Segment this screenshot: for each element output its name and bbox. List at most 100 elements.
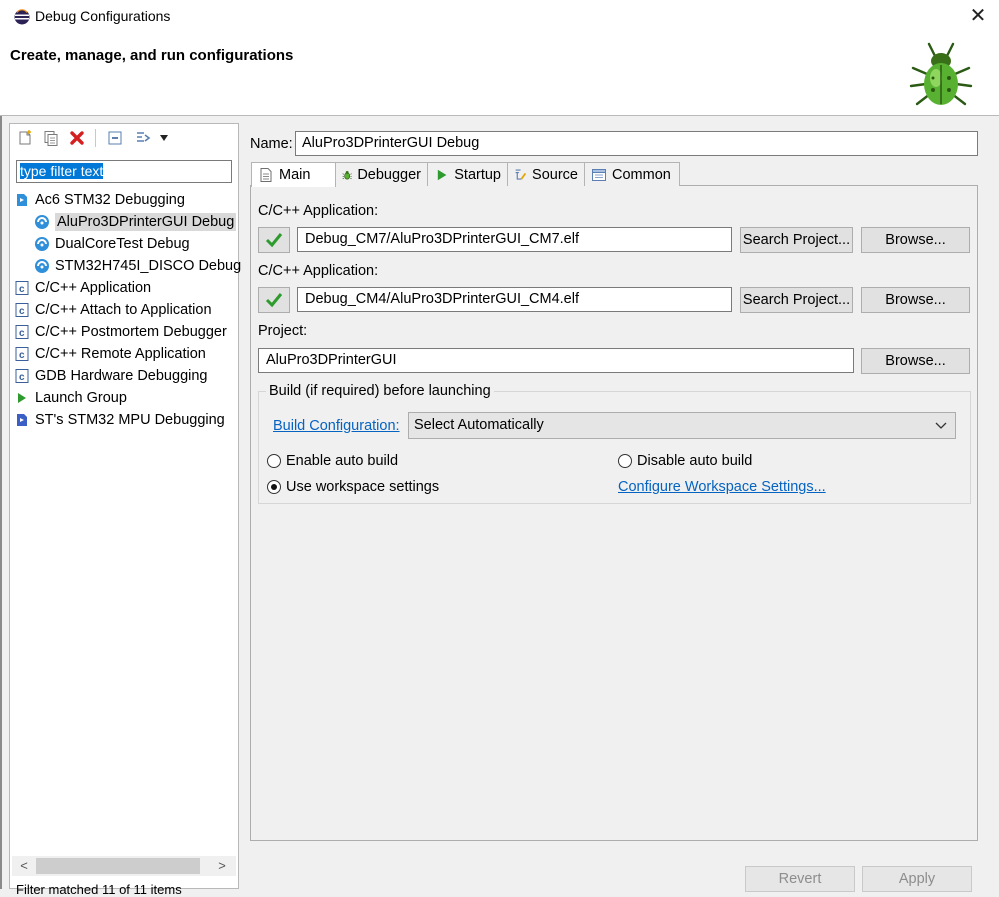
debug-config-icon (35, 259, 49, 273)
apply-button[interactable]: Apply (862, 866, 972, 892)
tab-content-area (250, 185, 978, 841)
cpp-application-label-2: C/C++ Application: (258, 263, 379, 279)
debug-config-icon (35, 215, 49, 229)
build-group-title: Build (if required) before launching (266, 383, 494, 399)
cpp-application-label-1: C/C++ Application: (258, 203, 379, 219)
revert-button[interactable]: Revert (745, 866, 855, 892)
c-app-icon: c (15, 325, 29, 339)
tree-item[interactable]: Launch Group (14, 387, 238, 409)
filter-status-text: Filter matched 11 of 11 items (16, 882, 182, 897)
enable-auto-build-label: Enable auto build (286, 453, 399, 469)
stm32-debug-icon (17, 194, 27, 206)
name-label: Name: (250, 136, 293, 152)
chevron-down-icon (160, 135, 168, 141)
tab-common-label: Common (612, 166, 671, 183)
project-label: Project: (258, 323, 308, 339)
tree-item[interactable]: c GDB Hardware Debugging (14, 365, 238, 387)
build-configuration-value: Select Automatically (414, 417, 544, 433)
tree-item[interactable]: c C/C++ Remote Application (14, 343, 238, 365)
collapse-all-button[interactable] (104, 127, 126, 149)
tree-item[interactable]: STM32H745I_DISCO Debug (14, 255, 242, 277)
scroll-right-icon[interactable]: > (212, 856, 232, 876)
tree-item[interactable]: Ac6 STM32 Debugging (14, 189, 238, 211)
enable-auto-build-radio[interactable]: Enable auto build (267, 453, 398, 469)
configure-workspace-settings-link[interactable]: Configure Workspace Settings... (618, 479, 826, 495)
duplicate-config-button[interactable] (40, 127, 62, 149)
collapse-all-icon (108, 131, 122, 145)
green-check-icon (265, 233, 283, 248)
tree-item-label: Launch Group (35, 390, 127, 406)
tree-item-label: DualCoreTest Debug (55, 236, 190, 252)
eclipse-app-icon (14, 9, 30, 25)
svg-text:c: c (19, 350, 25, 361)
disable-auto-build-label: Disable auto build (637, 453, 753, 469)
browse-button-1[interactable]: Browse... (861, 227, 970, 253)
new-config-button[interactable] (14, 127, 36, 149)
tab-debugger[interactable]: Debugger (335, 162, 428, 186)
tab-main-label: Main (279, 167, 311, 183)
tab-debugger-label: Debugger (357, 166, 421, 183)
tree-item[interactable]: c C/C++ Application (14, 277, 238, 299)
debug-config-icon (35, 237, 49, 251)
close-icon[interactable]: ✕ (965, 3, 991, 29)
tab-common[interactable]: Common (584, 162, 680, 186)
config-tree: Ac6 STM32 Debugging AluPro3DPrinterGUI De… (14, 189, 242, 431)
use-workspace-settings-radio[interactable]: Use workspace settings (267, 479, 439, 495)
browse-button-2[interactable]: Browse... (861, 287, 970, 313)
new-file-icon (19, 130, 31, 145)
tree-item-label: GDB Hardware Debugging (35, 368, 208, 384)
disable-auto-build-radio[interactable]: Disable auto build (618, 453, 752, 469)
svg-text:c: c (19, 372, 25, 383)
scrollbar-thumb[interactable] (36, 858, 200, 874)
tree-item-label: C/C++ Attach to Application (35, 302, 212, 318)
duplicate-icon (44, 131, 58, 146)
project-input[interactable]: AluPro3DPrinterGUI (258, 348, 854, 373)
filter-icon (137, 132, 151, 142)
debugger-bug-icon (342, 170, 352, 180)
mpu-debug-icon (17, 414, 27, 426)
radio-circle (267, 454, 281, 468)
banner-title: Create, manage, and run configurations (10, 47, 294, 64)
search-project-button-1[interactable]: Search Project... (740, 227, 853, 253)
scroll-left-icon[interactable]: < (14, 856, 34, 876)
config-name-input[interactable]: AluPro3DPrinterGUI Debug (295, 131, 978, 156)
launch-group-icon (18, 393, 26, 403)
filter-configs-button[interactable] (132, 127, 154, 149)
tab-source-label: Source (532, 166, 578, 183)
tree-item[interactable]: DualCoreTest Debug (14, 233, 238, 255)
common-icon (592, 168, 606, 181)
tree-item-label: Ac6 STM32 Debugging (35, 192, 185, 208)
tab-source[interactable]: Source (507, 162, 585, 186)
tree-item[interactable]: AluPro3DPrinterGUI Debug (14, 211, 238, 233)
delete-config-button[interactable] (66, 127, 88, 149)
app1-check-button[interactable] (258, 227, 290, 253)
debug-bug-icon (909, 42, 973, 106)
radio-circle (618, 454, 632, 468)
c-app-icon: c (15, 281, 29, 295)
green-check-icon (265, 293, 283, 308)
build-configuration-select[interactable]: Select Automatically (408, 412, 956, 439)
app2-check-button[interactable] (258, 287, 290, 313)
tab-startup[interactable]: Startup (427, 162, 508, 186)
build-configuration-link[interactable]: Build Configuration: (273, 418, 400, 434)
view-menu-button[interactable] (156, 127, 172, 149)
cpp-application-input-1[interactable]: Debug_CM7/AluPro3DPrinterGUI_CM7.elf (297, 227, 732, 252)
browse-project-button[interactable]: Browse... (861, 348, 970, 374)
source-icon (515, 169, 527, 180)
filter-input[interactable]: type filter text (16, 160, 232, 183)
tree-item[interactable]: c C/C++ Postmortem Debugger (14, 321, 238, 343)
tree-item-label: AluPro3DPrinterGUI Debug (55, 213, 237, 231)
tab-main[interactable]: Main (251, 162, 336, 187)
svg-text:c: c (19, 306, 25, 317)
tree-item[interactable]: ST's STM32 MPU Debugging (14, 409, 238, 431)
tree-item[interactable]: c C/C++ Attach to Application (14, 299, 238, 321)
tree-item-label: STM32H745I_DISCO Debug (55, 258, 242, 274)
radio-circle-selected (267, 480, 281, 494)
search-project-button-2[interactable]: Search Project... (740, 287, 853, 313)
startup-play-icon (437, 169, 447, 180)
tree-horizontal-scrollbar[interactable]: < > (12, 856, 236, 876)
delete-x-icon (70, 131, 84, 145)
cpp-application-input-2[interactable]: Debug_CM4/AluPro3DPrinterGUI_CM4.elf (297, 287, 732, 312)
c-app-icon: c (15, 303, 29, 317)
tree-item-label: ST's STM32 MPU Debugging (35, 412, 225, 428)
